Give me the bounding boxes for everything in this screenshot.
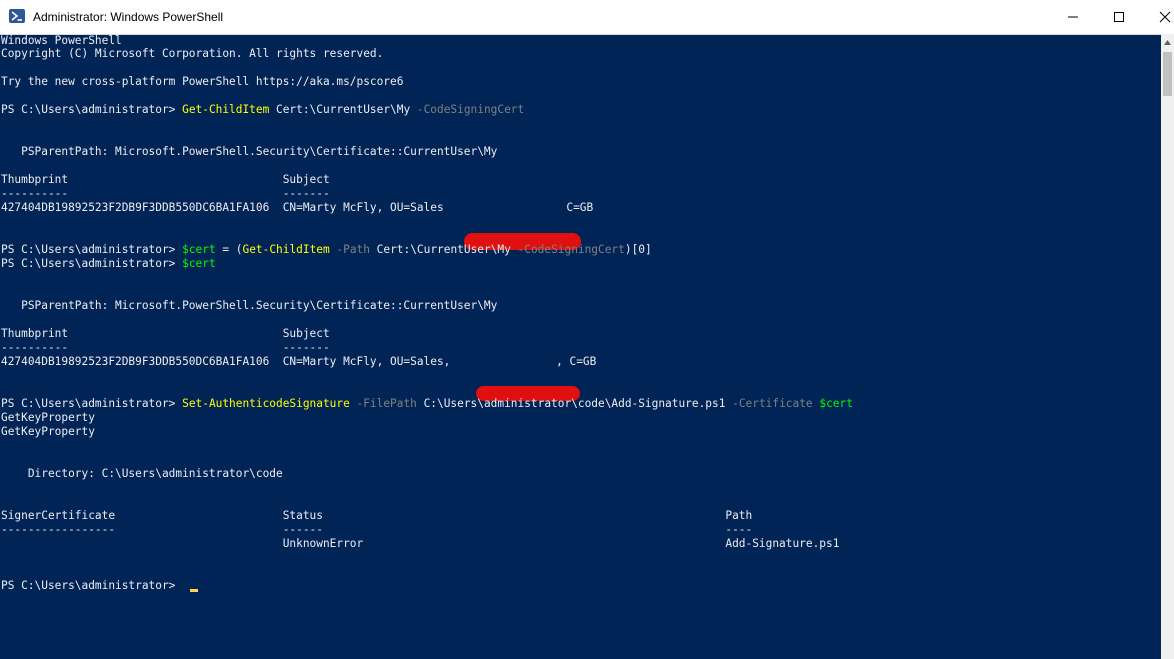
row-text: , C=GB	[556, 355, 597, 368]
table-underline: ----------------- ------ ----	[1, 523, 753, 536]
table-underline: ---------- -------	[1, 341, 330, 354]
psparentpath-line: PSParentPath: Microsoft.PowerShell.Secur…	[1, 145, 498, 158]
argument: C:\Users\administrator\code\Add-Signatur…	[416, 397, 733, 410]
scrollbar-thumb[interactable]	[1163, 52, 1172, 96]
prompt: PS C:\Users\administrator>	[1, 243, 183, 256]
operator: = (	[215, 243, 243, 256]
close-button[interactable]	[1142, 0, 1174, 33]
table-underline: ---------- -------	[1, 187, 330, 200]
row-text: C=GB	[559, 201, 594, 214]
parameter: -CodeSigningCert	[517, 243, 625, 256]
maximize-button[interactable]	[1096, 0, 1142, 33]
output-line: GetKeyProperty	[1, 411, 95, 424]
table-header: Thumbprint Subject	[1, 327, 330, 340]
close-icon	[1159, 11, 1171, 23]
powershell-icon[interactable]	[9, 9, 25, 23]
table-row: 427404DB19892523F2DB9F3DDB550DC6BA1FA106…	[1, 355, 596, 369]
argument: Cert:\CurrentUser\My	[269, 103, 417, 116]
banner-line: Windows PowerShell	[1, 34, 122, 47]
table-row: 427404DB19892523F2DB9F3DDB550DC6BA1FA106…	[1, 201, 593, 215]
row-text: 427404DB19892523F2DB9F3DDB550DC6BA1FA106…	[1, 355, 458, 368]
prompt: PS C:\Users\administrator>	[1, 257, 183, 270]
variable: $cert	[819, 397, 853, 410]
arrow-up-icon	[1164, 40, 1171, 45]
argument: Cert:\CurrentUser\My	[369, 243, 518, 256]
command-line-4: PS C:\Users\administrator> Set-Authentic…	[1, 397, 853, 411]
output-line: GetKeyProperty	[1, 425, 95, 438]
cmdlet: Get-ChildItem	[182, 103, 270, 116]
minimize-button[interactable]	[1050, 0, 1096, 33]
cmdlet: Get-ChildItem	[242, 243, 330, 256]
console-output[interactable]: Windows PowerShell Copyright (C) Microso…	[0, 34, 1161, 659]
index: )[0]	[624, 243, 652, 256]
variable: $cert	[182, 257, 216, 270]
window-title: Administrator: Windows PowerShell	[33, 10, 224, 24]
minimize-icon	[1068, 16, 1078, 18]
pscore-hint-line: Try the new cross-platform PowerShell ht…	[1, 75, 404, 88]
command-line-2: PS C:\Users\administrator> $cert = (Get-…	[1, 243, 652, 257]
command-line-1: PS C:\Users\administrator> Get-ChildItem…	[1, 103, 524, 117]
title-bar[interactable]: Administrator: Windows PowerShell	[0, 0, 1174, 35]
row-text: 427404DB19892523F2DB9F3DDB550DC6BA1FA106…	[1, 201, 444, 214]
table-row: UnknownError Add-Signature.ps1	[1, 537, 840, 550]
parameter: -Path	[336, 243, 370, 256]
cmdlet: Set-AuthenticodeSignature	[182, 397, 350, 410]
parameter: -Certificate	[732, 397, 813, 410]
copyright-line: Copyright (C) Microsoft Corporation. All…	[1, 47, 384, 60]
command-prompt[interactable]: PS C:\Users\administrator>	[1, 579, 182, 593]
maximize-icon	[1114, 12, 1124, 22]
psparentpath-line: PSParentPath: Microsoft.PowerShell.Secur…	[1, 299, 498, 312]
parameter: -FilePath	[356, 397, 417, 410]
directory-line: Directory: C:\Users\administrator\code	[1, 467, 283, 480]
parameter: -CodeSigningCert	[416, 103, 525, 116]
variable: $cert	[182, 243, 216, 256]
table-header: Thumbprint Subject	[1, 173, 330, 186]
command-line-3: PS C:\Users\administrator> $cert	[1, 257, 216, 271]
scroll-up-button[interactable]	[1161, 34, 1174, 51]
prompt: PS C:\Users\administrator>	[1, 397, 183, 410]
table-header: SignerCertificate Status Path	[1, 509, 753, 522]
text-cursor	[190, 589, 198, 592]
prompt: PS C:\Users\administrator>	[1, 103, 183, 116]
vertical-scrollbar[interactable]	[1161, 34, 1174, 659]
